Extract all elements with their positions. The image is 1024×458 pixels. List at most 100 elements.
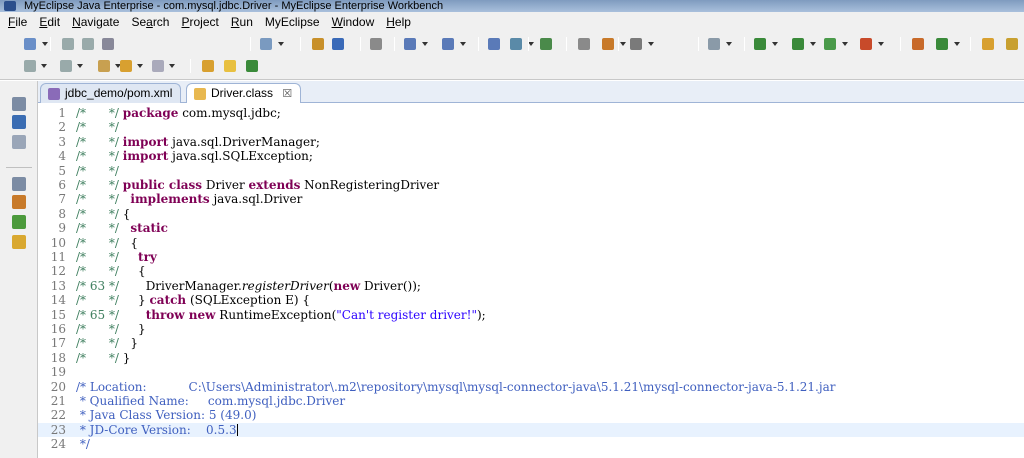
new-icon[interactable] (752, 36, 768, 52)
menu-edit[interactable]: Edit (33, 15, 66, 29)
code-line[interactable]: 4 /* */ import java.sql.SQLException; (38, 149, 1024, 163)
next-annotation-icon[interactable] (22, 58, 38, 74)
chevron-down-icon[interactable] (842, 42, 848, 46)
console-view-icon[interactable] (12, 235, 26, 249)
code-line[interactable]: 6 /* */ public class Driver extends NonRe… (38, 178, 1024, 192)
code-line[interactable]: 1 /* */ package com.mysql.jdbc; (38, 106, 1024, 120)
open-resource-icon[interactable] (980, 36, 996, 52)
prev-annotation-icon[interactable] (58, 58, 74, 74)
code-line[interactable]: 23 * JD-Core Version: 0.5.3 (38, 422, 1024, 438)
deploy-icon[interactable] (402, 36, 418, 52)
chevron-down-icon[interactable] (620, 42, 626, 46)
code-line[interactable]: 3 /* */ import java.sql.DriverManager; (38, 135, 1024, 149)
bug-icon[interactable] (244, 58, 260, 74)
chevron-down-icon[interactable] (726, 42, 732, 46)
save-all-icon[interactable] (822, 36, 838, 52)
code-line[interactable]: 2 /* */ (38, 120, 1024, 134)
code-line[interactable]: 20 /* Location: C:\Users\Administrator\.m… (38, 380, 1024, 394)
code-line[interactable]: 15 /* 65 */ throw new RuntimeException("C… (38, 308, 1024, 322)
tab-pom-xml[interactable]: jdbc_demo/pom.xml (40, 83, 182, 103)
code-text: * Java Class Version: 5 (49.0) (76, 408, 257, 422)
tab-driver-class[interactable]: Driver.class ☒ (186, 83, 302, 104)
menu-window[interactable]: Window (326, 15, 381, 29)
bulb-icon[interactable] (222, 58, 238, 74)
code-line[interactable]: 13 /* 63 */ DriverManager.registerDriver(… (38, 279, 1024, 293)
code-line[interactable]: 8 /* */ { (38, 207, 1024, 221)
save-icon[interactable] (790, 36, 806, 52)
browser-icon[interactable] (440, 36, 456, 52)
code-token: { (138, 264, 146, 279)
restore-view-icon-2[interactable] (12, 177, 26, 191)
restore-view-icon[interactable] (12, 97, 26, 111)
back-icon[interactable] (118, 58, 134, 74)
print-icon[interactable] (100, 36, 116, 52)
new-icon[interactable] (22, 36, 38, 52)
code-line[interactable]: 24 */ (38, 437, 1024, 451)
package-explorer-icon[interactable] (12, 115, 26, 129)
line-number: 16 (50, 322, 66, 336)
code-editor[interactable]: 1 /* */ package com.mysql.jdbc; 2 /* */ 3 /* … (38, 103, 1024, 458)
outline-view-icon[interactable] (12, 135, 26, 149)
menu-navigate[interactable]: Navigate (66, 15, 125, 29)
chevron-down-icon[interactable] (878, 42, 884, 46)
forward-icon[interactable] (150, 58, 166, 74)
new-web-project-icon[interactable] (910, 36, 926, 52)
code-line[interactable]: 19 (38, 365, 1024, 379)
chevron-down-icon[interactable] (169, 64, 175, 68)
code-line[interactable]: 18 /* */ } (38, 351, 1024, 365)
hierarchy-view-icon[interactable] (12, 215, 26, 229)
menu-file[interactable]: File (2, 15, 33, 29)
chevron-down-icon[interactable] (41, 64, 47, 68)
run-icon[interactable] (538, 36, 554, 52)
code-line[interactable]: 14 /* */ } catch (SQLException E) { (38, 293, 1024, 307)
chevron-down-icon[interactable] (278, 42, 284, 46)
code-line[interactable]: 21 * Qualified Name: com.mysql.jdbc.Driv… (38, 394, 1024, 408)
search-icon[interactable] (486, 36, 502, 52)
menu-project[interactable]: Project (175, 15, 224, 29)
close-icon[interactable]: ☒ (282, 88, 292, 100)
servers-view-icon[interactable] (12, 195, 26, 209)
code-line[interactable]: 16 /* */ } (38, 322, 1024, 336)
chevron-down-icon[interactable] (77, 64, 83, 68)
chevron-down-icon[interactable] (137, 64, 143, 68)
code-line[interactable]: 5 /* */ (38, 164, 1024, 178)
server-icon[interactable] (1004, 36, 1020, 52)
code-line[interactable]: 12 /* */ { (38, 264, 1024, 278)
chevron-down-icon[interactable] (422, 42, 428, 46)
open-resource-icon[interactable] (330, 36, 346, 52)
code-line[interactable]: 9 /* */ static (38, 221, 1024, 235)
save-icon[interactable] (60, 36, 76, 52)
chevron-down-icon[interactable] (648, 42, 654, 46)
code-line[interactable]: 17 /* */ } (38, 336, 1024, 350)
last-edit-icon[interactable] (96, 58, 112, 74)
menu-help[interactable]: Help (380, 15, 417, 29)
print-icon[interactable] (858, 36, 874, 52)
code-line[interactable]: 10 /* */ { (38, 236, 1024, 250)
toolbar-separator (566, 37, 567, 51)
code-line[interactable]: 7 /* */ implements java.sql.Driver (38, 192, 1024, 206)
chevron-down-icon[interactable] (772, 42, 778, 46)
open-type-icon[interactable] (310, 36, 326, 52)
chevron-down-icon[interactable] (460, 42, 466, 46)
menu-myeclipse[interactable]: MyEclipse (259, 15, 326, 29)
code-line[interactable]: 22 * Java Class Version: 5 (49.0) (38, 408, 1024, 422)
line-comment-prefix: /* */ (76, 134, 123, 149)
chevron-down-icon[interactable] (810, 42, 816, 46)
menu-search[interactable]: Search (125, 15, 175, 29)
run-external-icon[interactable] (576, 36, 592, 52)
open-perspective-icon[interactable] (706, 36, 722, 52)
code-token: java.sql.Driver (209, 192, 303, 207)
open-type-icon[interactable] (934, 36, 950, 52)
save-all-icon[interactable] (80, 36, 96, 52)
menu-run[interactable]: Run (225, 15, 259, 29)
chevron-down-icon[interactable] (42, 42, 48, 46)
tab-label: jdbc_demo/pom.xml (65, 86, 173, 100)
coverage-icon[interactable] (600, 36, 616, 52)
server-icon[interactable] (368, 36, 384, 52)
folder-icon[interactable] (200, 58, 216, 74)
code-line[interactable]: 11 /* */ try (38, 250, 1024, 264)
debug-icon[interactable] (508, 36, 524, 52)
chevron-down-icon[interactable] (954, 42, 960, 46)
perspective-icon[interactable] (628, 36, 644, 52)
new-web-project-icon[interactable] (258, 36, 274, 52)
